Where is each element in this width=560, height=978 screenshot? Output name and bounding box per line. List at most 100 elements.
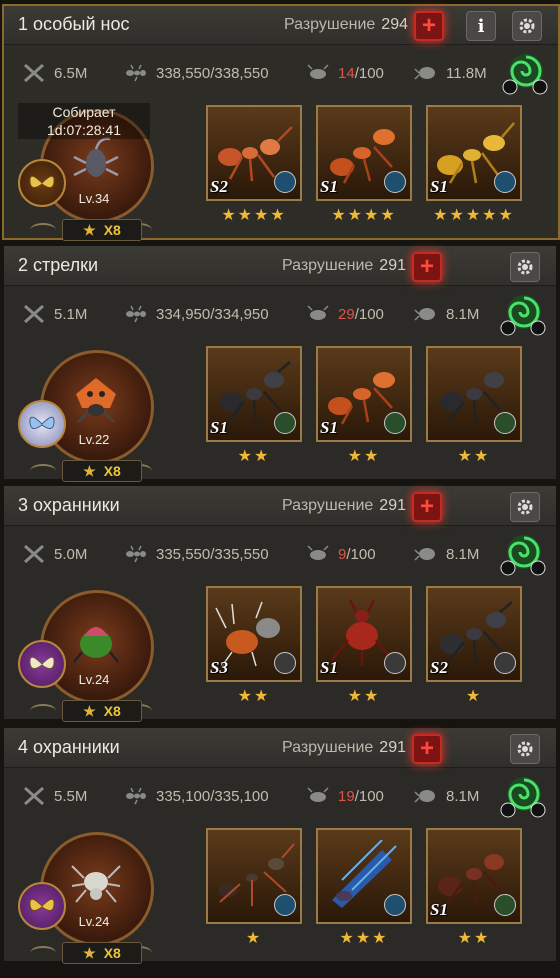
troop-card[interactable]: S2 — [426, 586, 522, 682]
unit-stars: ★★ — [237, 448, 271, 465]
troops-stat: 335,100/335,100 — [124, 786, 269, 806]
troop-card[interactable]: S1 — [426, 828, 522, 924]
team-stats: 5.1M 334,950/334,950 29/100 8.1M — [4, 286, 556, 342]
destruction-value: 291 — [379, 257, 406, 274]
star-icon: ★ — [83, 944, 96, 961]
unit-type-icon — [274, 412, 296, 434]
multiplier-badge: ★ X8 — [62, 219, 142, 241]
troops-value: 338,550/338,550 — [156, 64, 269, 82]
destruction-label: Разрушение — [283, 16, 376, 33]
team-title: 1 особый нос — [18, 14, 130, 34]
team-panel-1: 1 особый нос Разрушение 294 + i 6.5M 338,… — [2, 4, 560, 241]
team-title: 4 охранники — [18, 737, 120, 757]
gather-status: Собирает 1d:07:28:41 — [18, 103, 150, 139]
destruction-value: 291 — [379, 497, 406, 514]
butterfly-badge-icon — [18, 882, 66, 930]
team-body: Lv.34 Собирает 1d:07:28:41 ★ X8 S2 ★★★★ S… — [4, 101, 558, 245]
load-bug-icon — [307, 545, 329, 560]
swirl-skill-icon[interactable] — [498, 772, 546, 820]
team-panel-3: 3 охранники Разрушение 291 + 5.0M 335,550… — [4, 486, 556, 722]
unit-grade: S2 — [430, 658, 448, 677]
load-max: /100 — [354, 305, 384, 323]
unit-type-icon — [494, 171, 516, 193]
team-body: Lv.24 ★ X8 ★ ★★★ S1 ★★ — [4, 824, 556, 968]
load-stat: 9/100 — [306, 544, 376, 564]
load-stat: 19/100 — [306, 786, 384, 806]
unit-grade: S1 — [430, 900, 448, 919]
team-stats: 6.5M 338,550/338,550 14/100 11.8M — [4, 45, 558, 101]
unit-stars: ★★ — [457, 930, 491, 947]
add-red-icon[interactable]: + — [412, 492, 442, 522]
star-icon: ★ — [83, 702, 96, 719]
swirl-skill-icon[interactable] — [498, 290, 546, 338]
destruction-stat: Разрушение 291 — [282, 257, 406, 275]
unit-grade: S1 — [320, 177, 338, 196]
info-icon[interactable]: i — [466, 11, 496, 41]
load-bug-icon — [307, 305, 329, 320]
speed-bug-icon — [414, 548, 435, 561]
add-red-icon[interactable]: + — [414, 11, 444, 41]
power-stat: 5.5M — [22, 786, 87, 806]
troops-value: 335,100/335,100 — [156, 787, 269, 805]
troops-stat: 335,550/335,550 — [124, 544, 269, 564]
unit-stars: ★★ — [237, 688, 271, 705]
unit-grade: S1 — [320, 418, 338, 437]
multiplier-badge: ★ X8 — [62, 942, 142, 964]
unit-grade: S1 — [210, 418, 228, 437]
unit-stars: ★★ — [347, 688, 381, 705]
load-stat: 14/100 — [306, 63, 384, 83]
destruction-value: 294 — [381, 16, 408, 33]
power-stat: 5.1M — [22, 304, 87, 324]
unit-grade: S1 — [430, 177, 448, 196]
gather-label: Собирает — [52, 104, 116, 120]
butterfly-badge-icon — [18, 400, 66, 448]
speed-bug-icon — [414, 308, 435, 321]
unit-stars: ★★★★ — [221, 207, 287, 224]
team-panel-2: 2 стрелки Разрушение 291 + 5.1M 334,950/3… — [4, 246, 556, 482]
troop-card[interactable] — [316, 828, 412, 924]
multiplier-badge: ★ X8 — [62, 700, 142, 722]
commander-avatar[interactable]: Lv.22 — [18, 350, 154, 464]
multiplier-value: X8 — [103, 222, 121, 238]
troop-card[interactable]: S3 — [206, 586, 302, 682]
ladybug-icon — [76, 378, 116, 423]
multiplier-value: X8 — [103, 463, 121, 479]
gear-icon[interactable] — [510, 252, 540, 282]
troops-value: 334,950/334,950 — [156, 305, 269, 323]
troops-stat: 338,550/338,550 — [124, 63, 269, 83]
troop-card[interactable] — [426, 346, 522, 442]
destruction-value: 291 — [379, 739, 406, 756]
unit-type-icon — [384, 894, 406, 916]
load-max: /100 — [354, 64, 384, 82]
commander-avatar[interactable]: Lv.24 — [18, 832, 154, 946]
troop-card[interactable] — [206, 828, 302, 924]
speed-value: 8.1M — [446, 545, 480, 563]
add-red-icon[interactable]: + — [412, 734, 442, 764]
ornament-left — [30, 704, 56, 718]
team-header: 2 стрелки Разрушение 291 + — [4, 247, 556, 286]
gear-icon[interactable] — [512, 11, 542, 41]
team-stats: 5.5M 335,100/335,100 19/100 8.1M — [4, 768, 556, 824]
unit-stars: ★ — [465, 688, 483, 705]
swirl-skill-icon[interactable] — [500, 49, 548, 97]
add-red-icon[interactable]: + — [412, 252, 442, 282]
swirl-skill-icon[interactable] — [498, 530, 546, 578]
destruction-label: Разрушение — [281, 739, 374, 756]
speed-value: 8.1M — [446, 787, 480, 805]
troop-card[interactable]: S1 — [316, 586, 412, 682]
ant-troops-icon — [126, 545, 146, 563]
gear-icon[interactable] — [510, 734, 540, 764]
troop-card[interactable]: S2 — [206, 105, 302, 201]
sword-power-icon — [24, 304, 44, 324]
team-body: Lv.24 ★ X8 S3 ★★ S1 ★★ S2 ★ — [4, 582, 556, 726]
troop-card[interactable]: S1 — [426, 105, 522, 201]
team-stats: 5.0M 335,550/335,550 9/100 8.1M — [4, 526, 556, 582]
troop-card[interactable]: S1 — [206, 346, 302, 442]
gear-icon[interactable] — [510, 492, 540, 522]
commander-avatar[interactable]: Lv.24 — [18, 590, 154, 704]
troop-card[interactable]: S1 — [316, 105, 412, 201]
sword-power-icon — [24, 786, 44, 806]
unit-grade: S3 — [210, 658, 228, 677]
speed-stat: 11.8M — [414, 63, 487, 83]
troop-card[interactable]: S1 — [316, 346, 412, 442]
